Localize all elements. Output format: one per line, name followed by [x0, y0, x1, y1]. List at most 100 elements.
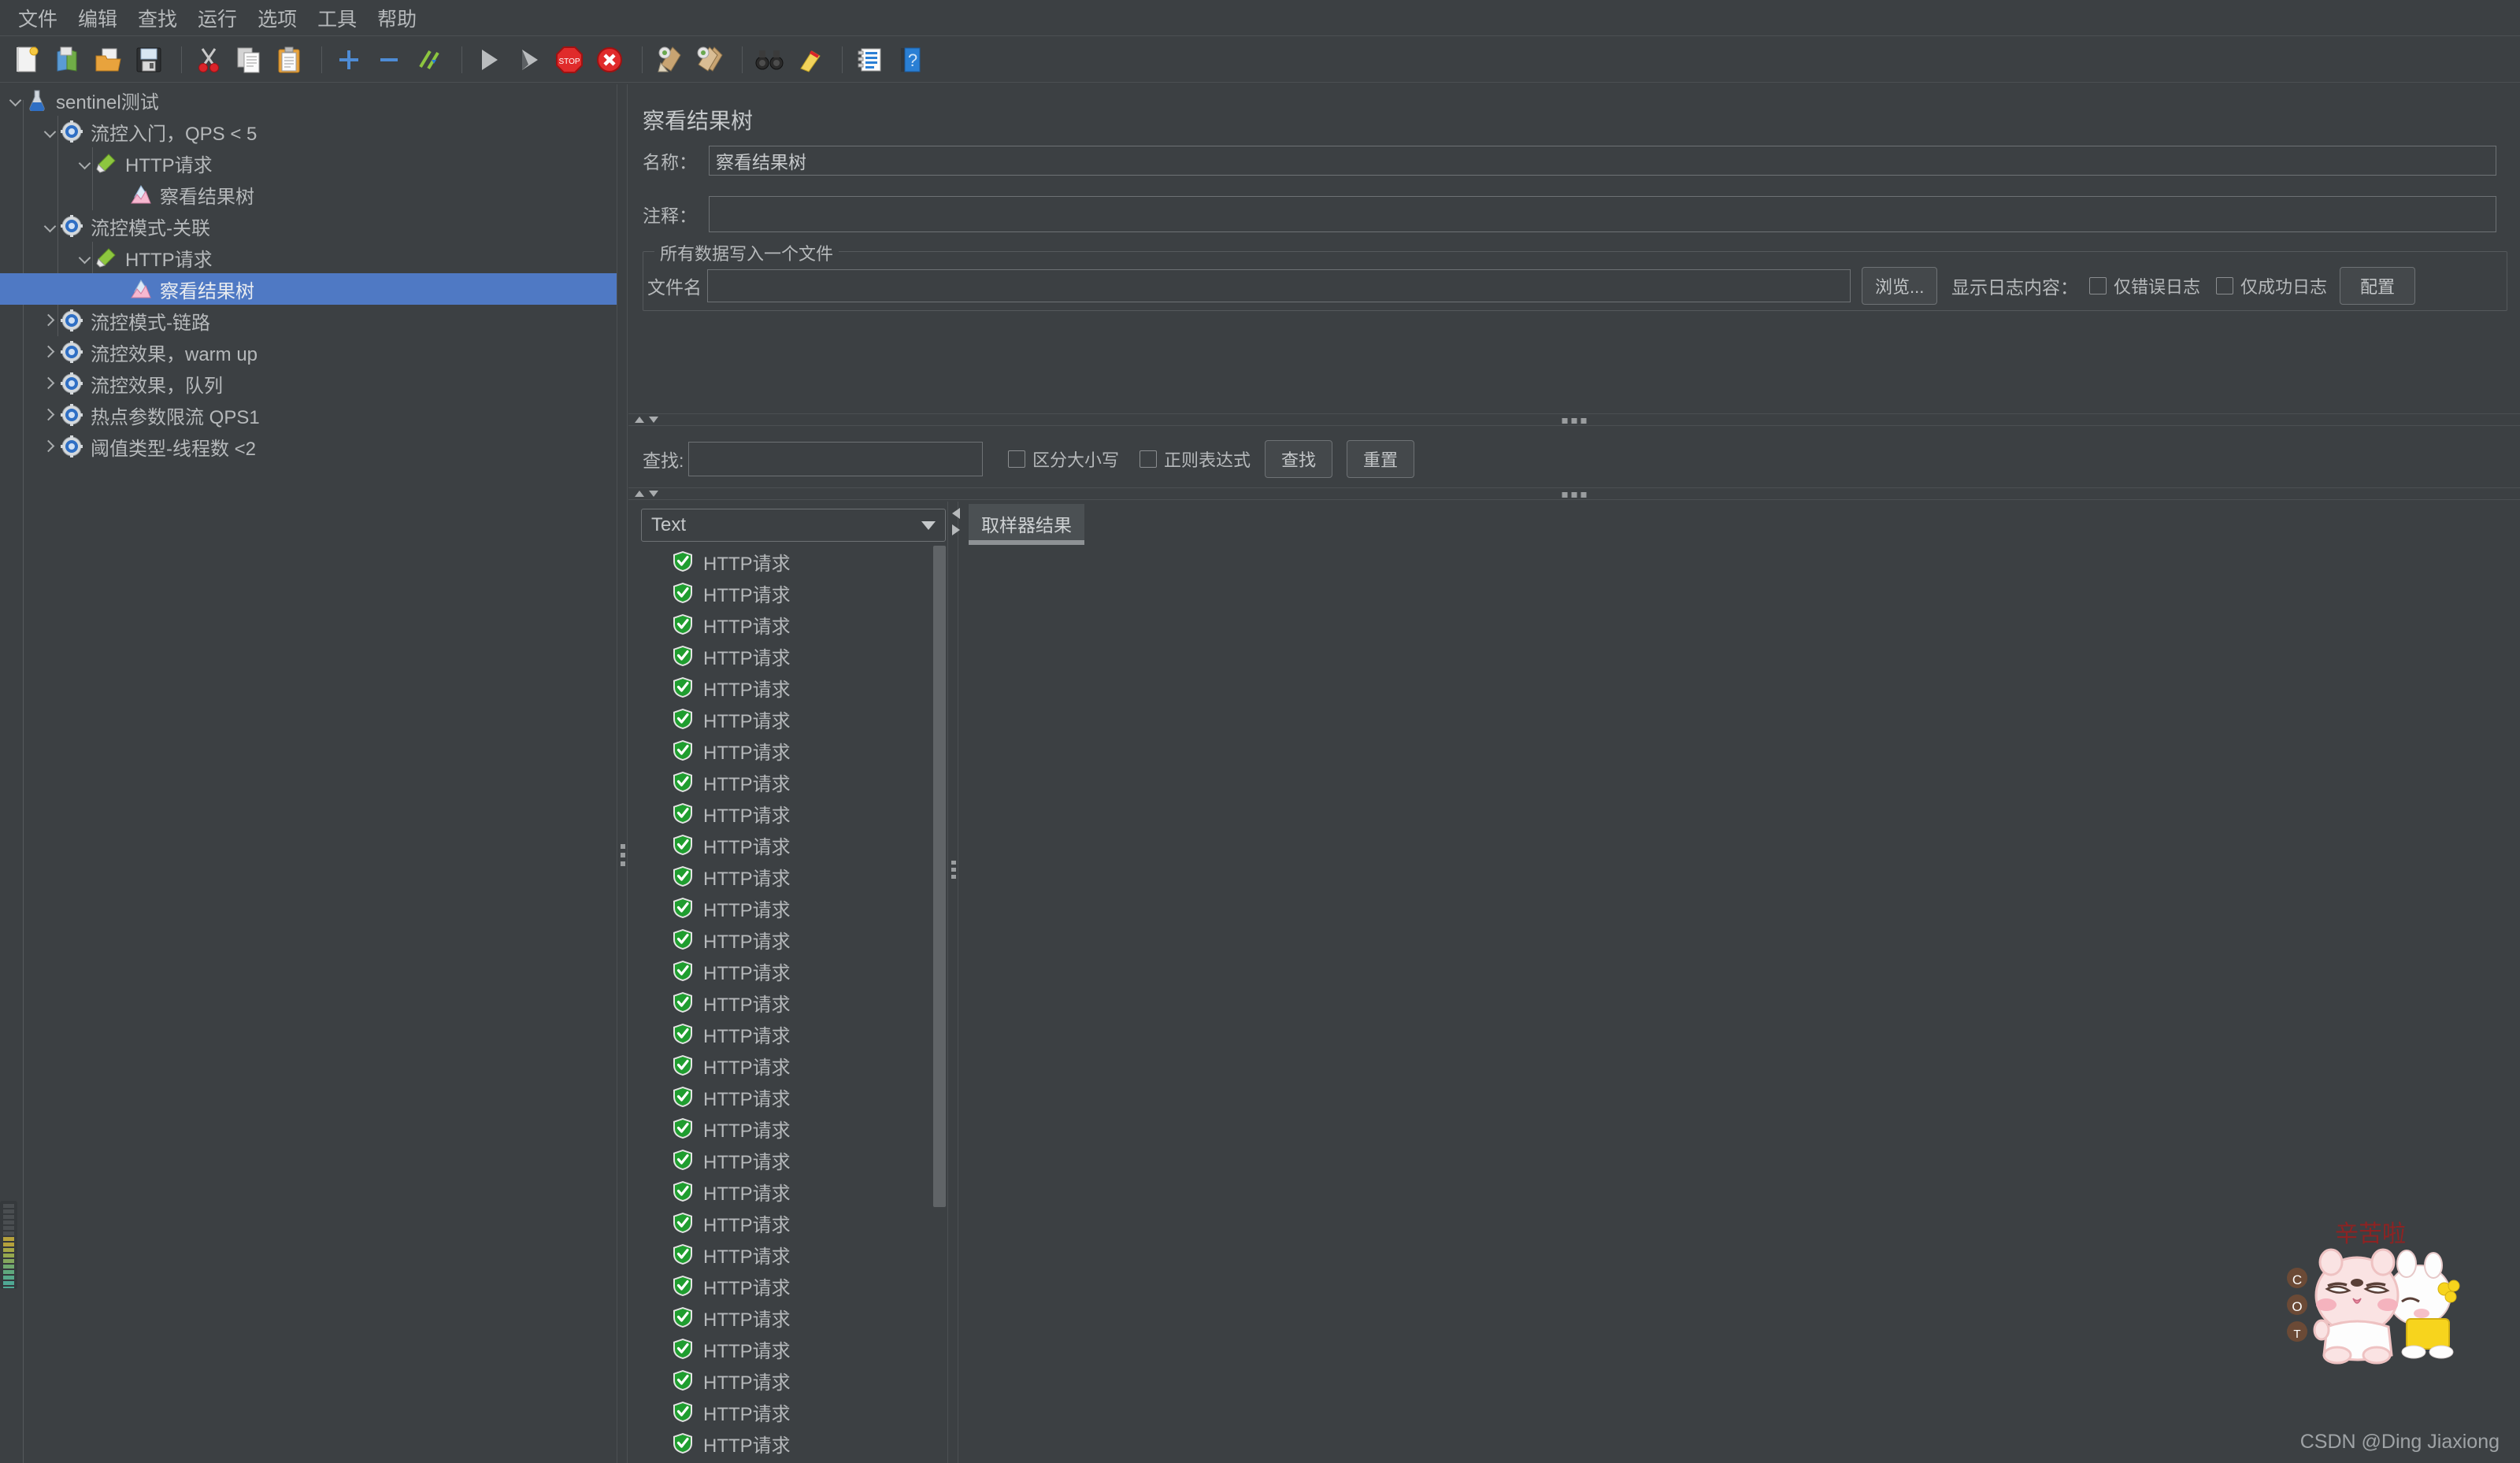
result-list-item[interactable]: HTTP请求 — [641, 829, 944, 861]
cut-button[interactable] — [191, 43, 226, 77]
splitter-grip[interactable] — [1562, 492, 1587, 498]
copy-button[interactable] — [232, 43, 266, 77]
configure-button[interactable]: 配置 — [2340, 267, 2416, 305]
result-list-item[interactable]: HTTP请求 — [641, 955, 944, 987]
splitter-collapse-arrows[interactable] — [635, 417, 658, 423]
successes-only-checkbox[interactable]: 仅成功日志 — [2216, 273, 2327, 298]
chevron-down-icon[interactable] — [921, 520, 936, 530]
tree-node-thread-group-2[interactable]: 流控模式-关联 — [0, 210, 617, 242]
result-list-item[interactable]: HTTP请求 — [641, 1113, 944, 1144]
result-list-item[interactable]: HTTP请求 — [641, 1050, 944, 1081]
tree-node-thread-group-6[interactable]: 热点参数限流 QPS1 — [0, 399, 617, 431]
result-list-item[interactable]: HTTP请求 — [641, 672, 944, 703]
results-list[interactable]: HTTP请求 HTTP请求 HTTP请求 HTTP请求 HTTP请求 HTTP请求 HTTP… — [641, 546, 944, 1463]
tree-toggle[interactable] — [74, 157, 94, 169]
result-list-item[interactable]: HTTP请求 — [641, 1302, 944, 1333]
test-plan-tree[interactable]: sentinel测试 流控入门，QPS < 5 HTTP请求 察看结果树 流控模… — [0, 84, 617, 1463]
tree-toggle[interactable] — [39, 441, 60, 452]
result-list-item[interactable]: HTTP请求 — [641, 1207, 944, 1239]
clear-button[interactable] — [652, 43, 687, 77]
result-list-item[interactable]: HTTP请求 — [641, 798, 944, 829]
result-list-item[interactable]: HTTP请求 — [641, 703, 944, 735]
open-button[interactable] — [91, 43, 126, 77]
regex-checkbox[interactable]: 正则表达式 — [1140, 446, 1251, 472]
tab-sampler-result[interactable]: 取样器结果 — [969, 504, 1084, 545]
name-input[interactable] — [709, 146, 2496, 176]
tree-node-view-results-tree-1[interactable]: 察看结果树 — [0, 179, 617, 210]
start-button[interactable] — [472, 43, 506, 77]
tree-toggle[interactable] — [39, 346, 60, 357]
result-list-item[interactable]: HTTP请求 — [641, 577, 944, 609]
tree-toggle[interactable] — [39, 126, 60, 137]
result-list-item[interactable]: HTTP请求 — [641, 1081, 944, 1113]
checkbox-box[interactable] — [2216, 277, 2234, 294]
save-button[interactable] — [132, 43, 166, 77]
stop-button[interactable]: STOP — [552, 43, 587, 77]
shutdown-button[interactable] — [592, 43, 627, 77]
result-list-item[interactable]: HTTP请求 — [641, 609, 944, 640]
comment-input[interactable] — [709, 196, 2496, 232]
tree-toggle[interactable] — [5, 94, 25, 106]
search-input[interactable] — [688, 442, 983, 476]
tree-node-http-sampler-1[interactable]: HTTP请求 — [0, 147, 617, 179]
tree-toggle[interactable] — [39, 409, 60, 420]
splitter-collapse-arrows[interactable] — [635, 491, 658, 497]
new-button[interactable] — [11, 43, 46, 77]
result-list-item[interactable]: HTTP请求 — [641, 735, 944, 766]
scrollbar-thumb[interactable] — [933, 546, 946, 1207]
result-list-item[interactable]: HTTP请求 — [641, 1333, 944, 1365]
result-list-item[interactable]: HTTP请求 — [641, 1270, 944, 1302]
start-no-pauses-button[interactable] — [512, 43, 547, 77]
result-list-item[interactable]: HTTP请求 — [641, 1396, 944, 1428]
horizontal-splitter-2[interactable] — [628, 487, 2520, 500]
checkbox-box[interactable] — [1140, 450, 1158, 468]
function-helper-button[interactable] — [852, 43, 887, 77]
collapse-all-button[interactable] — [372, 43, 406, 77]
result-list-item[interactable]: HTTP请求 — [641, 1428, 944, 1459]
results-detail-splitter[interactable] — [947, 502, 958, 1463]
tree-node-test-plan[interactable]: sentinel测试 — [0, 84, 617, 116]
detail-tabstrip[interactable]: 取样器结果 — [969, 504, 1084, 545]
tab-scroll-right-icon[interactable] — [952, 524, 960, 535]
help-button[interactable]: ? — [892, 43, 927, 77]
tab-scroll-left-icon[interactable] — [952, 508, 960, 519]
reset-search-button[interactable] — [792, 43, 827, 77]
tree-node-thread-group-5[interactable]: 流控效果，队列 — [0, 368, 617, 399]
result-list-item[interactable]: HTTP请求 — [641, 861, 944, 892]
tab-scroll-arrows[interactable] — [952, 508, 960, 535]
errors-only-checkbox[interactable]: 仅错误日志 — [2089, 273, 2200, 298]
splitter-grip[interactable] — [1562, 418, 1587, 424]
result-list-item[interactable]: HTTP请求 — [641, 546, 944, 577]
result-list-item[interactable]: HTTP请求 — [641, 924, 944, 955]
result-list-item[interactable]: HTTP请求 — [641, 1239, 944, 1270]
browse-button[interactable]: 浏览... — [1862, 267, 1937, 305]
tree-toggle[interactable] — [39, 220, 60, 231]
tree-node-view-results-tree-2[interactable]: 察看结果树 — [0, 273, 617, 305]
result-list-item[interactable]: HTTP请求 — [641, 987, 944, 1018]
result-list-item[interactable]: HTTP请求 — [641, 1176, 944, 1207]
results-scrollbar[interactable] — [933, 546, 946, 1463]
result-list-item[interactable]: HTTP请求 — [641, 766, 944, 798]
render-type-select[interactable]: Text — [641, 509, 946, 542]
search-button[interactable] — [752, 43, 787, 77]
tree-node-thread-group-1[interactable]: 流控入门，QPS < 5 — [0, 116, 617, 147]
result-list-item[interactable]: HTTP请求 — [641, 640, 944, 672]
result-list-item[interactable]: HTTP请求 — [641, 1459, 944, 1463]
result-list-item[interactable]: HTTP请求 — [641, 1144, 944, 1176]
menu-file[interactable]: 文件 — [8, 1, 68, 35]
menu-edit[interactable]: 编辑 — [68, 1, 128, 35]
checkbox-box[interactable] — [1008, 450, 1025, 468]
checkbox-box[interactable] — [2089, 277, 2107, 294]
main-vertical-splitter[interactable] — [617, 84, 628, 1463]
filename-input[interactable] — [707, 269, 1851, 302]
clear-all-button[interactable] — [692, 43, 727, 77]
menu-run[interactable]: 运行 — [187, 1, 247, 35]
result-list-item[interactable]: HTTP请求 — [641, 892, 944, 924]
tree-toggle[interactable] — [39, 315, 60, 326]
expand-all-button[interactable] — [332, 43, 366, 77]
case-sensitive-checkbox[interactable]: 区分大小写 — [1008, 446, 1119, 472]
result-list-item[interactable]: HTTP请求 — [641, 1365, 944, 1396]
tree-node-http-sampler-2[interactable]: HTTP请求 — [0, 242, 617, 273]
tree-node-thread-group-4[interactable]: 流控效果，warm up — [0, 336, 617, 368]
menu-options[interactable]: 选项 — [247, 1, 307, 35]
